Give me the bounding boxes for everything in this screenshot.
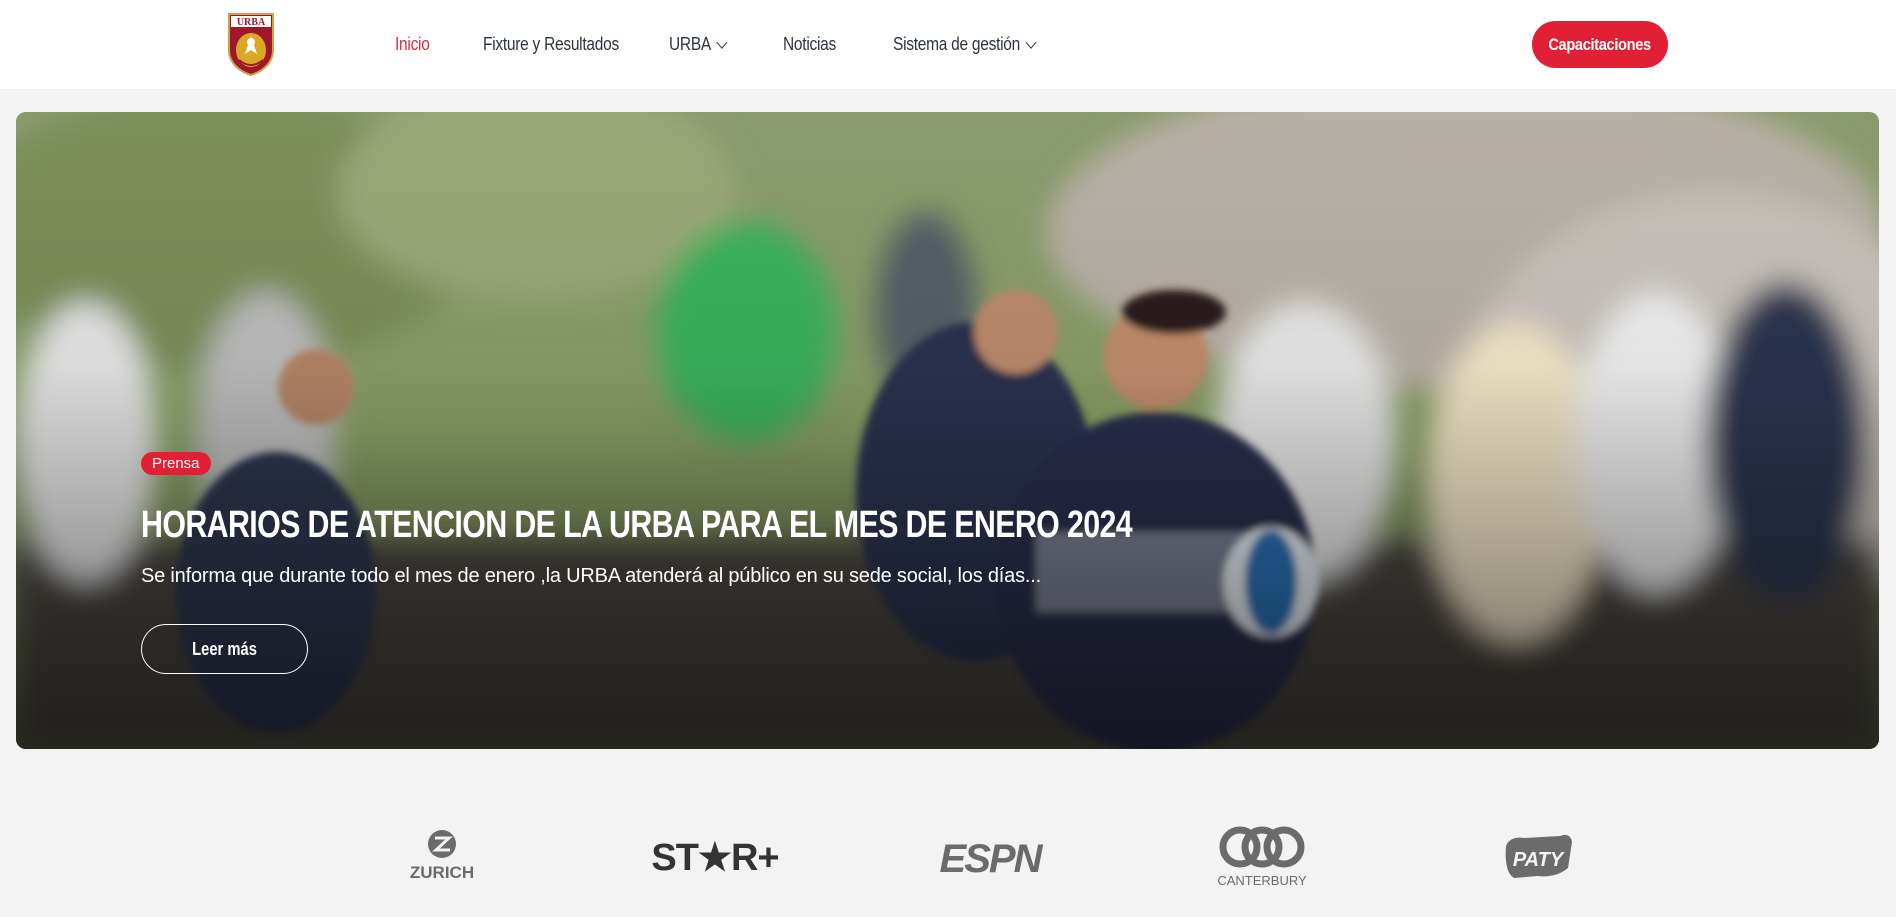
- sponsor-star-plus[interactable]: ST★R+: [650, 828, 780, 888]
- hero-excerpt: Se informa que durante todo el mes de en…: [141, 565, 1041, 587]
- sponsor-paty[interactable]: PATY: [1500, 828, 1578, 888]
- zurich-logo-icon: ZURICH: [410, 830, 474, 882]
- hero-title: HORARIOS DE ATENCION DE LA URBA PARA EL …: [141, 504, 1133, 546]
- svg-text:ST★R+: ST★R+: [651, 837, 778, 879]
- capacitaciones-label: Capacitaciones: [1548, 34, 1652, 54]
- nav-item-label: Sistema de gestión: [892, 34, 1020, 54]
- chevron-down-icon: [716, 35, 728, 49]
- sponsor-espn[interactable]: ESPN: [928, 828, 1052, 888]
- capacitaciones-button[interactable]: Capacitaciones: [1532, 21, 1668, 68]
- chevron-down-icon: [1025, 35, 1036, 49]
- nav-item-label: Noticias: [783, 34, 837, 54]
- svg-text:PATY: PATY: [1513, 849, 1565, 871]
- nav-item-urba[interactable]: URBA: [669, 34, 728, 55]
- read-more-label: Leer más: [192, 638, 257, 659]
- site-header: URBA Inicio Fixture y Resultados URBA No…: [0, 0, 1896, 89]
- svg-text:CANTERBURY: CANTERBURY: [1217, 873, 1307, 888]
- main-nav: Inicio Fixture y Resultados URBA Noticia…: [395, 0, 1105, 89]
- svg-text:ESPN: ESPN: [940, 837, 1044, 881]
- urba-shield-icon: URBA: [228, 13, 274, 77]
- urba-logo[interactable]: URBA: [227, 12, 275, 77]
- nav-item-fixture[interactable]: Fixture y Resultados: [483, 34, 619, 55]
- nav-item-noticias[interactable]: Noticias: [783, 34, 836, 55]
- espn-logo-icon: ESPN: [940, 837, 1046, 881]
- sponsors-strip: ZURICH ST★R+ ESPN CANTERBURY PATY: [0, 800, 1896, 917]
- svg-text:ZURICH: ZURICH: [410, 863, 474, 882]
- hero-slide[interactable]: Prensa HORARIOS DE ATENCION DE LA URBA P…: [16, 112, 1879, 749]
- nav-item-sistema-gestion[interactable]: Sistema de gestión: [892, 34, 1036, 55]
- nav-item-inicio[interactable]: Inicio: [395, 34, 430, 55]
- svg-text:URBA: URBA: [237, 17, 266, 28]
- category-badge[interactable]: Prensa: [141, 452, 211, 475]
- canterbury-logo-icon: CANTERBURY: [1217, 826, 1307, 888]
- read-more-button[interactable]: Leer más: [141, 624, 308, 674]
- paty-logo-icon: PATY: [1505, 834, 1572, 878]
- nav-item-label: Inicio: [395, 34, 430, 54]
- nav-item-label: Fixture y Resultados: [483, 34, 620, 54]
- nav-item-label: URBA: [669, 34, 712, 54]
- sponsor-zurich[interactable]: ZURICH: [398, 828, 486, 888]
- sponsor-canterbury[interactable]: CANTERBURY: [1212, 826, 1312, 888]
- star-plus-logo-icon: ST★R+: [651, 837, 779, 879]
